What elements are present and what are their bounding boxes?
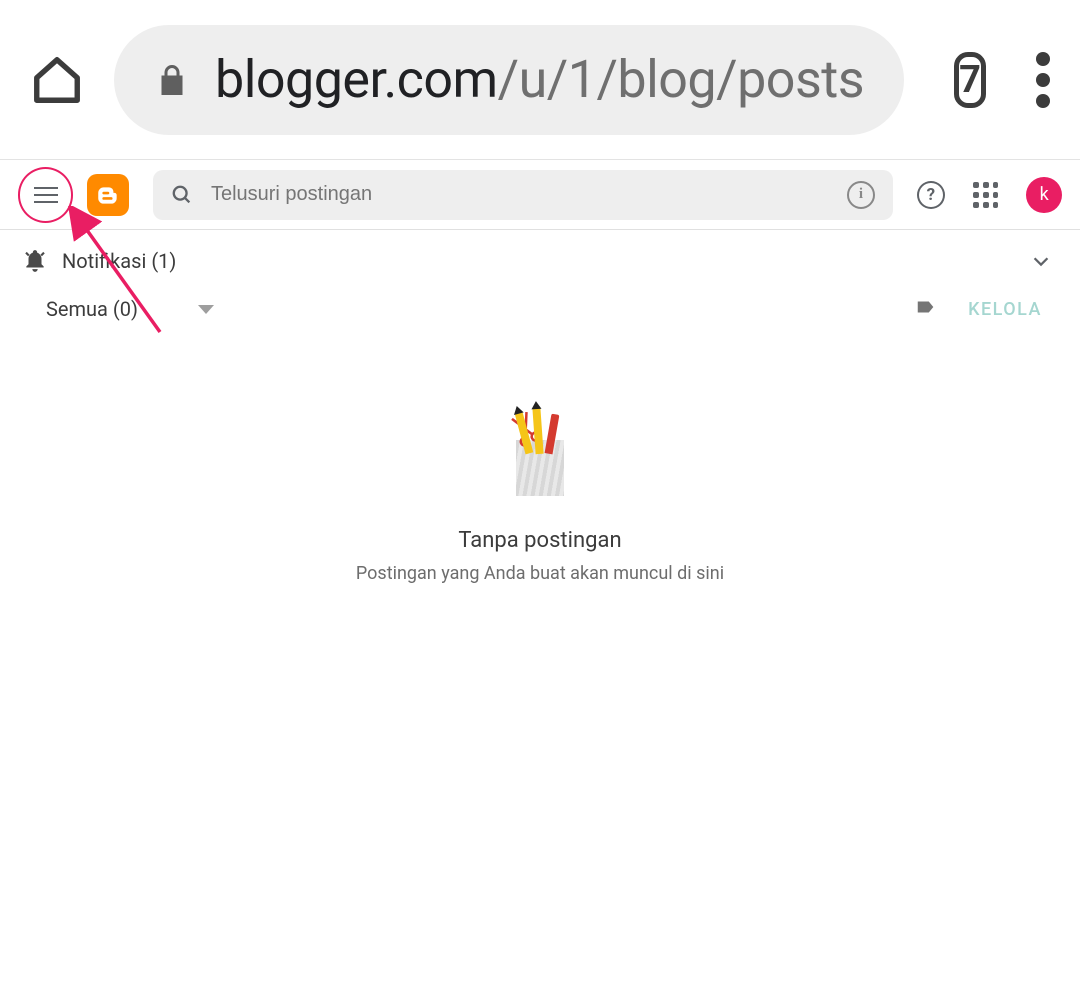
help-button[interactable]: ? — [917, 181, 945, 209]
bell-icon — [22, 248, 48, 274]
home-icon — [30, 53, 84, 107]
hamburger-menu-button[interactable] — [18, 167, 73, 223]
notifications-row[interactable]: Notifikasi (1) — [0, 230, 1080, 288]
blogger-logo[interactable] — [87, 174, 129, 216]
chevron-down-icon[interactable] — [1030, 250, 1052, 272]
kebab-dot-icon — [1036, 94, 1050, 108]
url-text: blogger.com /u/1/blog/posts — [215, 49, 864, 110]
dropdown-triangle-icon — [198, 305, 214, 314]
google-apps-button[interactable] — [973, 182, 999, 208]
empty-state-title: Tanpa postingan — [458, 528, 621, 553]
label-icon — [914, 296, 938, 318]
manage-button[interactable]: KELOLA — [968, 299, 1042, 320]
empty-state: Tanpa postingan Postingan yang Anda buat… — [0, 440, 1080, 584]
search-input[interactable] — [211, 183, 829, 206]
hamburger-icon — [34, 187, 58, 203]
kebab-dot-icon — [1036, 52, 1050, 66]
tabs-count: 7 — [959, 58, 981, 102]
app-bar: i ? k — [0, 160, 1080, 230]
tabs-count-button[interactable]: 7 — [954, 52, 986, 108]
notifications-left: Notifikasi (1) — [22, 248, 176, 274]
filter-label: Semua (0) — [46, 297, 138, 321]
pencil-cup-illustration — [516, 440, 564, 496]
search-bar[interactable]: i — [153, 170, 893, 220]
browser-chrome: blogger.com /u/1/blog/posts 7 — [0, 0, 1080, 160]
notifications-label: Notifikasi (1) — [62, 249, 176, 273]
browser-home-button[interactable] — [30, 49, 84, 111]
empty-state-subtitle: Postingan yang Anda buat akan muncul di … — [356, 563, 724, 584]
pencil-icon — [545, 414, 560, 455]
blogger-logo-icon — [95, 182, 121, 208]
avatar-letter: k — [1040, 184, 1049, 205]
search-icon — [171, 184, 193, 206]
account-avatar[interactable]: k — [1026, 177, 1062, 213]
url-host: blogger.com — [215, 49, 498, 110]
lock-icon — [154, 59, 190, 101]
url-path: /u/1/blog/posts — [498, 49, 864, 110]
browser-more-button[interactable] — [1036, 48, 1050, 112]
filter-dropdown[interactable]: Semua (0) — [46, 297, 214, 321]
kebab-dot-icon — [1036, 73, 1050, 87]
label-button[interactable] — [914, 296, 938, 322]
info-icon[interactable]: i — [847, 181, 875, 209]
address-bar[interactable]: blogger.com /u/1/blog/posts — [114, 25, 904, 135]
filter-row: Semua (0) KELOLA — [0, 288, 1080, 330]
filter-actions: KELOLA — [914, 296, 1042, 322]
